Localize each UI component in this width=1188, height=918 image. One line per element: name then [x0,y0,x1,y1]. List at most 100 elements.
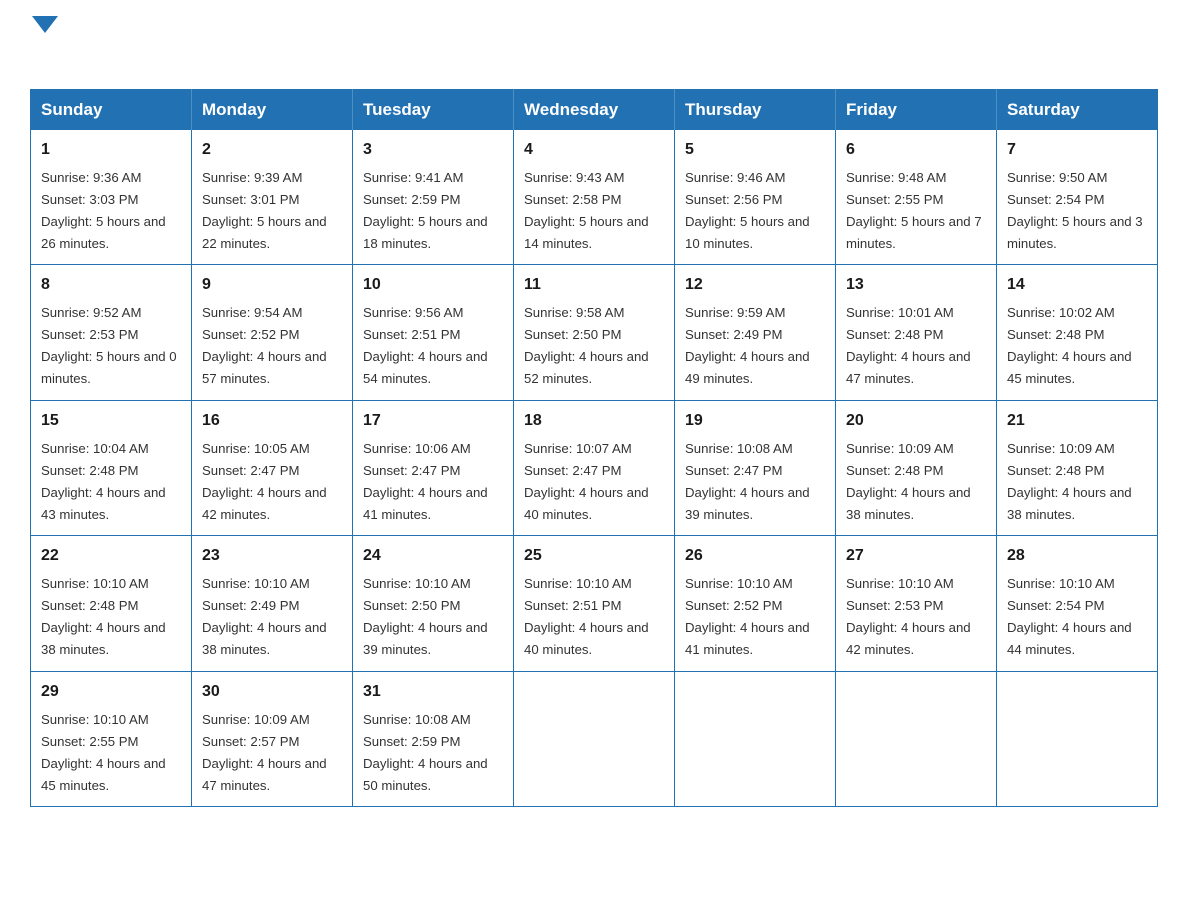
day-info: Sunrise: 10:08 AMSunset: 2:59 PMDaylight… [363,712,488,793]
calendar-cell: 5 Sunrise: 9:46 AMSunset: 2:56 PMDayligh… [675,130,836,265]
weekday-header-friday: Friday [836,90,997,131]
logo-triangle-icon [32,16,58,33]
calendar-header-row: SundayMondayTuesdayWednesdayThursdayFrid… [31,90,1158,131]
day-info: Sunrise: 9:36 AMSunset: 3:03 PMDaylight:… [41,170,166,251]
day-number: 4 [524,138,664,163]
day-number: 14 [1007,273,1147,298]
day-info: Sunrise: 9:58 AMSunset: 2:50 PMDaylight:… [524,305,649,386]
calendar-cell: 1 Sunrise: 9:36 AMSunset: 3:03 PMDayligh… [31,130,192,265]
calendar-cell: 4 Sunrise: 9:43 AMSunset: 2:58 PMDayligh… [514,130,675,265]
day-number: 17 [363,409,503,434]
weekday-header-sunday: Sunday [31,90,192,131]
day-info: Sunrise: 10:09 AMSunset: 2:57 PMDaylight… [202,712,327,793]
day-number: 23 [202,544,342,569]
calendar-cell: 28 Sunrise: 10:10 AMSunset: 2:54 PMDayli… [997,536,1158,671]
calendar-week-row: 15 Sunrise: 10:04 AMSunset: 2:48 PMDayli… [31,400,1158,535]
calendar-cell: 29 Sunrise: 10:10 AMSunset: 2:55 PMDayli… [31,671,192,806]
calendar-cell: 20 Sunrise: 10:09 AMSunset: 2:48 PMDayli… [836,400,997,535]
weekday-header-wednesday: Wednesday [514,90,675,131]
day-number: 20 [846,409,986,434]
day-info: Sunrise: 9:50 AMSunset: 2:54 PMDaylight:… [1007,170,1143,251]
calendar-cell [997,671,1158,806]
calendar-cell [675,671,836,806]
calendar-week-row: 1 Sunrise: 9:36 AMSunset: 3:03 PMDayligh… [31,130,1158,265]
calendar-cell: 9 Sunrise: 9:54 AMSunset: 2:52 PMDayligh… [192,265,353,400]
day-info: Sunrise: 10:10 AMSunset: 2:55 PMDaylight… [41,712,166,793]
weekday-header-monday: Monday [192,90,353,131]
calendar-cell: 31 Sunrise: 10:08 AMSunset: 2:59 PMDayli… [353,671,514,806]
day-info: Sunrise: 10:07 AMSunset: 2:47 PMDaylight… [524,441,649,522]
day-number: 19 [685,409,825,434]
day-info: Sunrise: 10:08 AMSunset: 2:47 PMDaylight… [685,441,810,522]
page-header [30,20,1158,71]
day-info: Sunrise: 10:09 AMSunset: 2:48 PMDaylight… [1007,441,1132,522]
calendar-cell: 12 Sunrise: 9:59 AMSunset: 2:49 PMDaylig… [675,265,836,400]
calendar-cell: 26 Sunrise: 10:10 AMSunset: 2:52 PMDayli… [675,536,836,671]
day-info: Sunrise: 10:10 AMSunset: 2:51 PMDaylight… [524,576,649,657]
day-info: Sunrise: 9:43 AMSunset: 2:58 PMDaylight:… [524,170,649,251]
day-number: 21 [1007,409,1147,434]
calendar-cell: 15 Sunrise: 10:04 AMSunset: 2:48 PMDayli… [31,400,192,535]
calendar-cell: 8 Sunrise: 9:52 AMSunset: 2:53 PMDayligh… [31,265,192,400]
day-info: Sunrise: 10:10 AMSunset: 2:50 PMDaylight… [363,576,488,657]
logo [30,20,58,71]
day-number: 5 [685,138,825,163]
day-info: Sunrise: 9:46 AMSunset: 2:56 PMDaylight:… [685,170,810,251]
day-info: Sunrise: 9:54 AMSunset: 2:52 PMDaylight:… [202,305,327,386]
day-info: Sunrise: 10:01 AMSunset: 2:48 PMDaylight… [846,305,971,386]
calendar-cell: 18 Sunrise: 10:07 AMSunset: 2:47 PMDayli… [514,400,675,535]
day-info: Sunrise: 9:39 AMSunset: 3:01 PMDaylight:… [202,170,327,251]
day-number: 22 [41,544,181,569]
day-number: 12 [685,273,825,298]
day-number: 1 [41,138,181,163]
calendar-cell: 16 Sunrise: 10:05 AMSunset: 2:47 PMDayli… [192,400,353,535]
calendar-week-row: 22 Sunrise: 10:10 AMSunset: 2:48 PMDayli… [31,536,1158,671]
day-info: Sunrise: 10:10 AMSunset: 2:52 PMDaylight… [685,576,810,657]
day-info: Sunrise: 9:52 AMSunset: 2:53 PMDaylight:… [41,305,177,386]
day-number: 26 [685,544,825,569]
calendar-cell: 6 Sunrise: 9:48 AMSunset: 2:55 PMDayligh… [836,130,997,265]
day-info: Sunrise: 10:06 AMSunset: 2:47 PMDaylight… [363,441,488,522]
calendar-cell: 17 Sunrise: 10:06 AMSunset: 2:47 PMDayli… [353,400,514,535]
day-info: Sunrise: 9:41 AMSunset: 2:59 PMDaylight:… [363,170,488,251]
weekday-header-thursday: Thursday [675,90,836,131]
day-number: 9 [202,273,342,298]
day-number: 3 [363,138,503,163]
calendar-cell: 11 Sunrise: 9:58 AMSunset: 2:50 PMDaylig… [514,265,675,400]
day-number: 27 [846,544,986,569]
weekday-header-saturday: Saturday [997,90,1158,131]
calendar-cell: 10 Sunrise: 9:56 AMSunset: 2:51 PMDaylig… [353,265,514,400]
calendar-cell: 19 Sunrise: 10:08 AMSunset: 2:47 PMDayli… [675,400,836,535]
day-info: Sunrise: 10:10 AMSunset: 2:48 PMDaylight… [41,576,166,657]
day-number: 28 [1007,544,1147,569]
calendar-cell: 7 Sunrise: 9:50 AMSunset: 2:54 PMDayligh… [997,130,1158,265]
day-number: 11 [524,273,664,298]
day-number: 6 [846,138,986,163]
calendar-cell: 3 Sunrise: 9:41 AMSunset: 2:59 PMDayligh… [353,130,514,265]
calendar-cell: 21 Sunrise: 10:09 AMSunset: 2:48 PMDayli… [997,400,1158,535]
day-number: 30 [202,680,342,705]
calendar-cell: 23 Sunrise: 10:10 AMSunset: 2:49 PMDayli… [192,536,353,671]
day-info: Sunrise: 10:04 AMSunset: 2:48 PMDaylight… [41,441,166,522]
calendar-cell [514,671,675,806]
calendar-cell: 27 Sunrise: 10:10 AMSunset: 2:53 PMDayli… [836,536,997,671]
calendar-cell: 30 Sunrise: 10:09 AMSunset: 2:57 PMDayli… [192,671,353,806]
calendar-table: SundayMondayTuesdayWednesdayThursdayFrid… [30,89,1158,807]
day-number: 13 [846,273,986,298]
calendar-cell: 22 Sunrise: 10:10 AMSunset: 2:48 PMDayli… [31,536,192,671]
day-number: 18 [524,409,664,434]
day-number: 7 [1007,138,1147,163]
day-info: Sunrise: 9:48 AMSunset: 2:55 PMDaylight:… [846,170,982,251]
day-info: Sunrise: 10:10 AMSunset: 2:49 PMDaylight… [202,576,327,657]
day-info: Sunrise: 10:09 AMSunset: 2:48 PMDaylight… [846,441,971,522]
day-number: 24 [363,544,503,569]
day-info: Sunrise: 9:56 AMSunset: 2:51 PMDaylight:… [363,305,488,386]
calendar-cell: 2 Sunrise: 9:39 AMSunset: 3:01 PMDayligh… [192,130,353,265]
weekday-header-tuesday: Tuesday [353,90,514,131]
day-info: Sunrise: 10:02 AMSunset: 2:48 PMDaylight… [1007,305,1132,386]
calendar-cell: 13 Sunrise: 10:01 AMSunset: 2:48 PMDayli… [836,265,997,400]
calendar-cell [836,671,997,806]
calendar-week-row: 8 Sunrise: 9:52 AMSunset: 2:53 PMDayligh… [31,265,1158,400]
day-info: Sunrise: 10:10 AMSunset: 2:54 PMDaylight… [1007,576,1132,657]
day-info: Sunrise: 10:05 AMSunset: 2:47 PMDaylight… [202,441,327,522]
